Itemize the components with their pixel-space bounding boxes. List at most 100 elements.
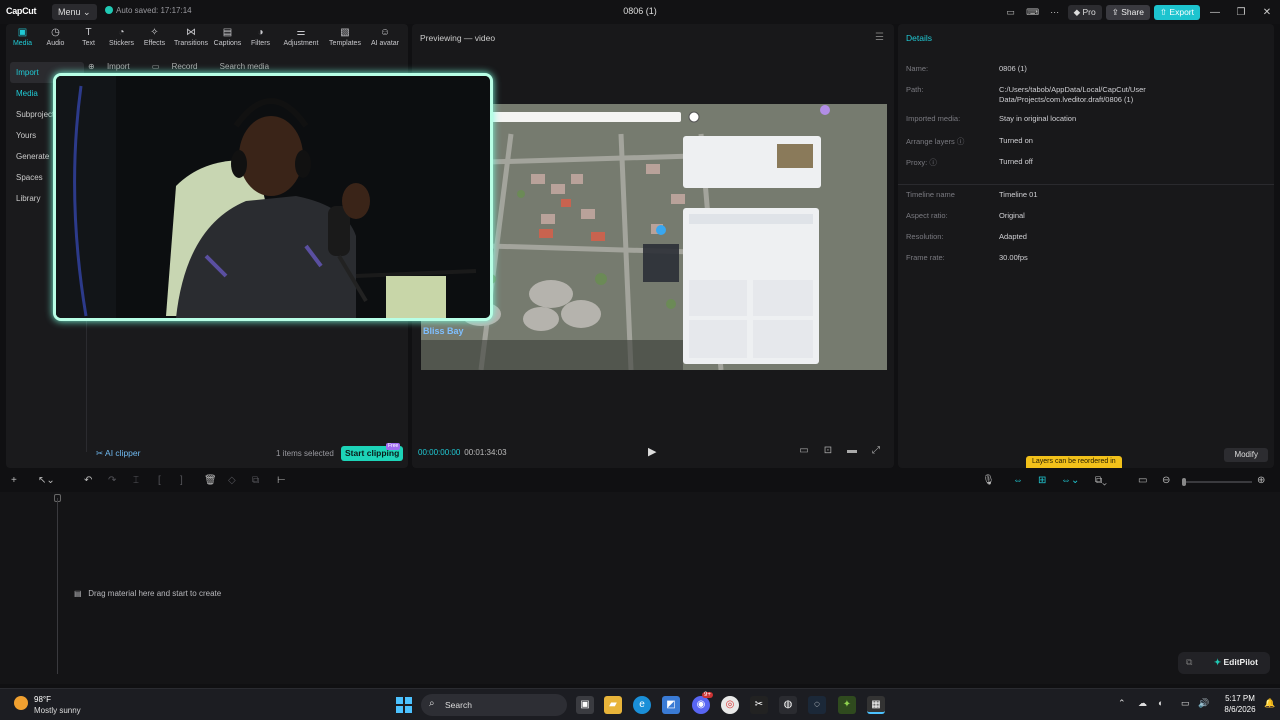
taskbar-search[interactable]: ⌕ Search	[421, 694, 567, 716]
import-button[interactable]: ⊕ Import	[88, 62, 140, 71]
file-explorer-icon[interactable]: ▰	[604, 696, 622, 714]
tool-label: Adjustment	[283, 40, 319, 47]
total-time: 00:01:34:03	[464, 448, 507, 457]
menu-button[interactable]: Menu ⌄	[52, 4, 97, 20]
zoom-slider[interactable]	[1182, 478, 1252, 486]
ai-clipper-icon: ✂	[96, 448, 104, 458]
crop-icon[interactable]: ⧉	[252, 475, 259, 486]
info-icon[interactable]: ⓘ	[929, 158, 937, 167]
capcut-taskbar-icon[interactable]: ✂	[750, 696, 768, 714]
restore-icon[interactable]: ❐	[1228, 7, 1254, 18]
freeze-icon[interactable]: ⊢	[277, 475, 286, 486]
info-icon[interactable]: ⓘ	[957, 137, 965, 146]
captions-track-icon[interactable]: ▭	[1138, 475, 1147, 486]
modify-button[interactable]: Modify	[1224, 448, 1268, 462]
preview-axis-icon[interactable]: ⧉⌄	[1095, 475, 1107, 486]
search-label: Search	[445, 700, 472, 710]
active-app-icon[interactable]: ▦	[867, 696, 885, 714]
fullscreen-icon[interactable]: ⤢	[864, 445, 888, 456]
tool-media[interactable]: ▣ Media	[6, 24, 39, 50]
tool-filters[interactable]: ◑ Filters	[244, 24, 277, 50]
tool-captions[interactable]: ▤ Captions	[211, 24, 244, 50]
pro-diamond-icon: ◆	[1073, 6, 1081, 17]
layout-icon[interactable]: ▭	[1000, 3, 1022, 21]
chrome-icon[interactable]: ◎	[721, 696, 739, 714]
tool-adjustment[interactable]: ⚌ Adjustment	[277, 24, 325, 50]
detail-value: Turned off	[999, 157, 1033, 166]
photos-icon[interactable]: ◩	[662, 696, 680, 714]
clock-date: 8/6/2026	[1224, 705, 1256, 714]
system-clock[interactable]: 5:17 PM 8/6/2026	[1220, 693, 1260, 715]
zoom-in-icon[interactable]: ⊕	[1257, 475, 1265, 486]
zoom-slider-handle[interactable]	[1182, 478, 1186, 486]
redo-icon[interactable]: ↷	[108, 475, 116, 486]
shield-icon[interactable]: ◇	[228, 475, 236, 486]
zoom-out-icon[interactable]: ⊖	[1162, 475, 1170, 486]
editpilot-button[interactable]: ⧉ EditPilot	[1178, 652, 1270, 674]
delete-icon[interactable]: 🗑	[204, 475, 217, 486]
play-icon[interactable]: ▶	[648, 445, 656, 458]
tool-transitions[interactable]: ⋈ Transitions	[171, 24, 211, 50]
trim-left-icon[interactable]: [	[158, 475, 161, 486]
playhead[interactable]	[57, 498, 58, 674]
color-app-icon[interactable]: ◐	[1158, 698, 1163, 708]
items-selected-count: 1 items selected	[276, 449, 334, 458]
add-track-icon[interactable]: +	[11, 475, 17, 486]
tool-label: Templates	[329, 40, 361, 47]
tool-label: Stickers	[109, 40, 134, 47]
share-label: Share	[1121, 6, 1144, 17]
detail-value: 0806 (1)	[999, 64, 1027, 73]
select-tool-icon[interactable]: ↖⌄	[38, 475, 55, 486]
split-icon[interactable]: ⌶	[133, 475, 139, 486]
close-icon[interactable]: ✕	[1254, 7, 1280, 18]
tool-templates[interactable]: ▧ Templates	[325, 24, 365, 50]
tool-ai-avatar[interactable]: ☺ AI avatar	[365, 24, 405, 50]
volume-icon[interactable]: 🔊	[1198, 698, 1209, 709]
share-button[interactable]: ⇪ Share	[1105, 4, 1150, 20]
link-main-track-icon[interactable]: ⇔	[1013, 475, 1023, 486]
autosave-text: Auto saved: 17:17:14	[116, 6, 192, 15]
export-button[interactable]: ⇧ Export	[1153, 4, 1200, 20]
shortcuts-icon[interactable]: ⌨	[1022, 3, 1044, 21]
microphone-icon[interactable]: 🎙	[982, 475, 995, 486]
tool-effects[interactable]: ✧ Effects	[138, 24, 171, 50]
magnet-icon[interactable]: ⊞	[1038, 475, 1046, 486]
main-toolbar: ▣ Media ◷ Audio T Text ◔ Stickers ✧ Effects ⋈…	[6, 24, 408, 50]
onedrive-icon[interactable]: ☁	[1138, 698, 1147, 709]
pro-button[interactable]: ◆ Pro	[1067, 4, 1102, 20]
record-button[interactable]: ▭ Record	[152, 62, 208, 71]
export-icon: ⇧	[1159, 6, 1168, 17]
ratio-icon[interactable]: ▭	[792, 445, 816, 456]
ratio-select-icon[interactable]: ▬	[840, 445, 864, 456]
obs-icon[interactable]: ◍	[779, 696, 797, 714]
notification-bell-icon[interactable]: 🔔	[1264, 698, 1275, 709]
drag-hint: ▤ Drag material here and start to create	[74, 589, 221, 598]
undo-icon[interactable]: ↶	[84, 475, 92, 486]
network-icon[interactable]: ▭	[1181, 698, 1190, 709]
search-media-input[interactable]: Search media	[220, 62, 269, 71]
discord-icon[interactable]: ◉	[692, 696, 710, 714]
xbox-icon[interactable]: ✦	[838, 696, 856, 714]
stickers-icon: ◔	[118, 27, 125, 38]
tool-stickers[interactable]: ◔ Stickers	[105, 24, 138, 50]
preview-menu-icon[interactable]: ☰	[875, 32, 884, 43]
tool-label: Media	[12, 40, 33, 47]
editpilot-panel-icon[interactable]: ⧉	[1186, 657, 1192, 668]
chevron-up-icon[interactable]: ⌃	[1118, 698, 1126, 709]
detail-key: Frame rate:	[906, 253, 945, 262]
detail-key: Proxy: ⓘ	[906, 157, 996, 168]
ellipsis-icon[interactable]: ⋯	[1044, 3, 1066, 21]
trim-right-icon[interactable]: ]	[180, 475, 183, 486]
timeline-area[interactable]: ▤ Drag material here and start to create	[0, 492, 1280, 684]
tool-audio[interactable]: ◷ Audio	[39, 24, 72, 50]
task-view-icon[interactable]: ▣	[576, 696, 594, 714]
minimize-icon[interactable]: —	[1202, 7, 1228, 18]
steam-icon[interactable]: ◌	[808, 696, 826, 714]
tool-label: Captions	[213, 40, 242, 47]
edge-icon[interactable]: e	[633, 696, 651, 714]
linkage-icon[interactable]: ⇔⌄	[1061, 475, 1079, 486]
tool-text[interactable]: T Text	[72, 24, 105, 50]
snapshot-icon[interactable]: ⊡	[816, 445, 840, 456]
windows-start-icon[interactable]	[396, 697, 412, 713]
ai-clipper-button[interactable]: ✂ AI clipper	[96, 448, 140, 459]
